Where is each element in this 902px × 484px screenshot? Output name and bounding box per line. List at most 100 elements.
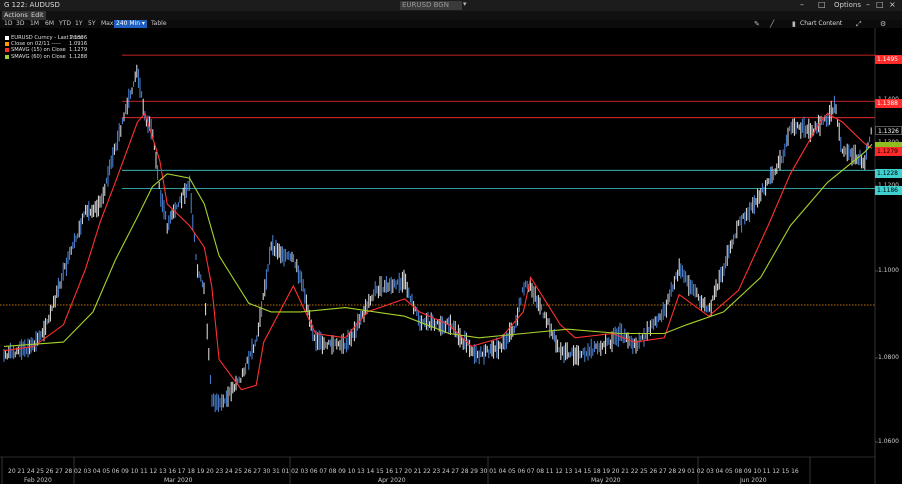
x-tick-label: 12 [555,468,563,475]
legend-item: SMAVG (60) on Close 1.1288 [5,54,87,60]
x-tick-label: 01 [687,468,695,475]
x-tick-label: 18 [593,468,601,475]
x-tick-label: 31 [272,468,280,475]
x-tick-label: 02 [696,468,705,475]
options-button[interactable]: Options [834,1,861,9]
x-tick-label: 24 [442,468,450,475]
x-month-label: Mar 2020 [164,477,193,484]
x-tick-label: 11 [762,468,771,475]
chart-legend: EURUSD Curncy - Last Price 1.1336 Close … [3,34,90,61]
smavg15-tag: 1.1279 [875,147,902,156]
minimize-icon[interactable]: – [800,0,804,9]
x-tick-label: 07 [319,468,328,475]
x-tick-label: 24 [225,468,233,475]
settings-gear-icon[interactable]: ⚙ [880,20,886,28]
actions-menu[interactable]: Actions [2,11,30,20]
x-tick-label: 13 [564,468,573,475]
x-month-label: Feb 2020 [24,477,52,484]
period-1m[interactable]: 1M [30,20,39,28]
x-tick-label: 01 [489,468,497,475]
x-tick-label: 18 [187,468,195,475]
expand-icon[interactable]: ⤢ [856,20,862,28]
x-tick-label: 05 [102,468,111,475]
pencil-icon[interactable]: ✎ [754,20,760,28]
period-ytd[interactable]: YTD [59,20,71,28]
close-icon[interactable]: × [889,0,896,9]
x-tick-label: 28 [668,468,677,475]
x-tick-label: 14 [366,468,375,475]
maximize-icon[interactable]: □ [818,0,826,9]
x-tick-label: 05 [725,468,733,475]
bars-icon[interactable]: ▮ [792,20,796,28]
x-tick-label: 28 [460,468,469,475]
period-1d[interactable]: 1D [4,20,12,28]
interval-dropdown[interactable]: 240 Min ▾ [114,20,147,28]
x-tick-label: 29 [470,468,478,475]
period-3d[interactable]: 3D [16,20,24,28]
x-tick-label: 30 [262,468,271,475]
x-tick-label: 27 [55,468,63,475]
period-1y[interactable]: 1Y [75,20,82,28]
x-tick-label: 15 [376,468,384,475]
x-tick-label: 04 [498,468,507,475]
x-tick-label: 11 [140,468,148,475]
moving-average-line [3,144,873,347]
x-tick-label: 06 [517,468,526,475]
level-tag-1186: 1.1186 [875,186,902,195]
last-price-tag: 1.1326 [875,126,902,135]
line-draw-icon[interactable]: ╱ [770,20,774,28]
y-tick-label: 1.0800 [878,354,899,361]
x-tick-label: 20 [611,468,620,475]
security-input[interactable]: EURUSD BGN Curncy [400,1,462,18]
period-6m[interactable]: 6M [45,20,54,28]
x-tick-label: 09 [338,468,346,475]
period-max[interactable]: Max [101,20,113,28]
x-tick-label: 05 [508,468,516,475]
x-tick-label: 09 [121,468,129,475]
x-tick-label: 21 [17,468,26,475]
chart-content-button[interactable]: Chart Content [800,20,842,28]
edit-menu[interactable]: Edit [29,11,46,20]
chart-window: G 122: AUDUSD EURUSD BGN Curncy ▾ – □ Op… [0,0,902,484]
period-toolbar: 1D 3D 1M 6M YTD 1Y 5Y Max 240 Min ▾ Tabl… [0,20,902,28]
x-tick-label: 26 [649,468,658,475]
table-button[interactable]: Table [151,20,167,28]
x-month-label: May 2020 [591,477,621,484]
menu-bar: Actions Edit [0,11,902,20]
x-tick-label: 30 [479,468,488,475]
x-tick-label: 22 [630,468,639,475]
x-tick-label: 12 [149,468,158,475]
y-tick-label: 1.1000 [878,267,899,274]
x-tick-label: 10 [130,468,139,475]
level-tag-1495: 1.1495 [875,55,902,64]
window-maximize-icon[interactable]: □ [876,0,884,9]
x-month-label: Apr 2020 [378,477,406,484]
x-tick-label: 24 [26,468,35,475]
legend-swatch [5,42,9,47]
level-tag-1388: 1.1388 [875,99,902,108]
x-month-label: Jun 2020 [740,477,767,484]
x-tick-label: 06 [309,468,318,475]
x-tick-label: 21 [621,468,629,475]
x-tick-label: 19 [196,468,205,475]
window-minimize-icon[interactable]: – [866,0,870,9]
x-tick-label: 25 [36,468,44,475]
x-tick-label: 23 [215,468,224,475]
x-tick-label: 17 [177,468,186,475]
x-tick-label: 04 [92,468,101,475]
x-tick-label: 29 [677,468,686,475]
x-tick-label: 15 [583,468,592,475]
x-tick-label: 19 [602,468,611,475]
x-tick-label: 14 [574,468,582,475]
x-tick-label: 10 [753,468,762,475]
level-tag-1228: 1.1228 [875,169,902,178]
legend-swatch [5,54,9,59]
x-tick-label: 09 [743,468,752,475]
chevron-down-icon[interactable]: ▾ [463,0,467,8]
legend-swatch [5,48,9,53]
x-tick-label: 08 [734,468,743,475]
x-tick-label: 08 [536,468,545,475]
x-tick-label: 17 [394,468,403,475]
price-chart[interactable] [0,28,902,484]
period-5y[interactable]: 5Y [88,20,95,28]
